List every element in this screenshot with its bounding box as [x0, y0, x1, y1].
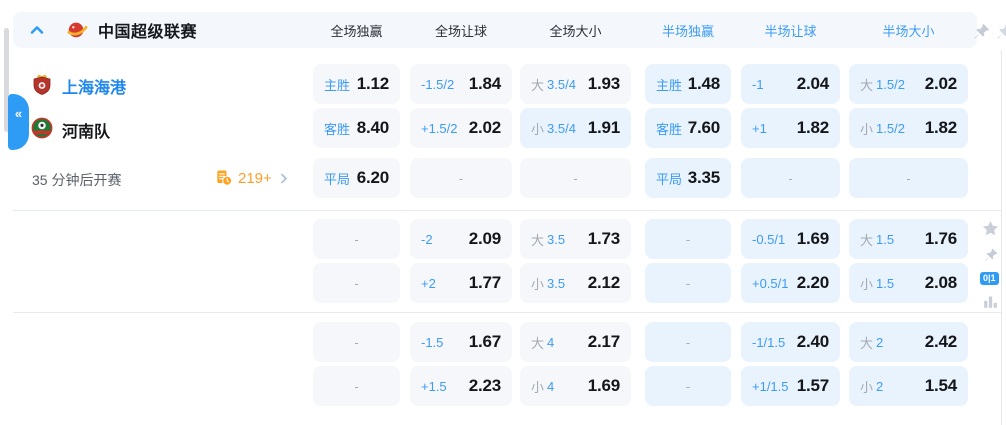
odds-cell-full-handicap-home[interactable]: -1.51.67 [410, 322, 512, 362]
markets-count: 219+ [238, 170, 272, 187]
odds-cell-half-handicap-home[interactable]: -12.04 [741, 64, 840, 104]
home-team-pane[interactable]: 上海海港 [13, 64, 313, 104]
odds-cell-empty: - [313, 322, 400, 362]
column-header-half-overunder[interactable]: 半场大小 [849, 12, 968, 48]
score-corner-badge[interactable]: 0|1 [980, 272, 999, 285]
odds-cell-half-under[interactable]: 小21.54 [849, 366, 968, 406]
kickoff-countdown: 35 分钟后开赛 [32, 170, 121, 190]
pin-icon[interactable] [972, 22, 991, 46]
away-team-logo-icon [30, 116, 54, 140]
odds-cell-full-handicap-away[interactable]: +1.5/22.02 [410, 108, 512, 148]
pin-icon[interactable] [983, 247, 999, 268]
odds-cell-empty: - [313, 219, 400, 259]
odds-cell-half-handicap-home[interactable]: -1/1.52.40 [741, 322, 840, 362]
home-team-logo-icon [30, 72, 54, 96]
odds-cell-full-handicap-home[interactable]: -1.5/21.84 [410, 64, 512, 104]
odds-cell-half-under[interactable]: 小1.5/21.82 [849, 108, 968, 148]
right-divider [1001, 50, 1002, 425]
odds-cell-half-away-win[interactable]: 客胜7.60 [645, 108, 731, 148]
column-header-full-handicap: 全场让球 [410, 12, 512, 48]
league-header-left: 中国超级联赛 [13, 12, 313, 48]
odds-cell-full-under[interactable]: 小41.69 [520, 366, 631, 406]
odds-cell-half-handicap-away[interactable]: +11.82 [741, 108, 840, 148]
chevron-up-icon [29, 22, 45, 38]
odds-cell-empty: - [410, 158, 512, 198]
odds-cell-empty: - [645, 263, 731, 303]
league-header: 中国超级联赛 全场独赢 全场让球 全场大小 半场独赢 半场让球 半场大小 [13, 12, 977, 48]
odds-cell-full-home-win[interactable]: 主胜1.12 [313, 64, 400, 104]
odds-cell-half-over[interactable]: 大22.42 [849, 322, 968, 362]
odds-cell-full-under-highlighted[interactable]: 小3.5/41.91 [520, 108, 631, 148]
column-header-full-overunder: 全场大小 [520, 12, 631, 48]
odds-cell-half-handicap-home[interactable]: -0.5/11.69 [741, 219, 840, 259]
odds-cell-full-handicap-away[interactable]: +1.52.23 [410, 366, 512, 406]
odds-cell-empty: - [849, 158, 968, 198]
odds-cell-empty: - [313, 263, 400, 303]
odds-row-away: 河南队 客胜8.40 +1.5/22.02 小3.5/41.91 客胜7.60 … [13, 108, 977, 148]
odds-cell-full-under[interactable]: 小3.52.12 [520, 263, 631, 303]
column-header-half-1x2[interactable]: 半场独赢 [645, 12, 731, 48]
odds-cell-full-handicap-away[interactable]: +21.77 [410, 263, 512, 303]
odds-row-draw: 35 分钟后开赛 219+ 平局6.20 - - 平局3.35 - - [13, 158, 977, 198]
more-markets-link[interactable]: 219+ [214, 168, 290, 188]
odds-cell-full-handicap-home[interactable]: -22.09 [410, 219, 512, 259]
odds-cell-full-away-win[interactable]: 客胜8.40 [313, 108, 400, 148]
odds-cell-empty: - [313, 366, 400, 406]
odds-cell-empty: - [645, 219, 731, 259]
league-title: 中国超级联赛 [98, 18, 197, 42]
match-info-pane: 35 分钟后开赛 219+ [13, 158, 313, 198]
odds-cell-half-under[interactable]: 小1.52.08 [849, 263, 968, 303]
odds-cell-full-over[interactable]: 大42.17 [520, 322, 631, 362]
odds-cell-empty: - [520, 158, 631, 198]
odds-row-alt-line: - -22.09 大3.51.73 - -0.5/11.69 大1.51.76 [13, 219, 977, 259]
odds-cell-half-draw[interactable]: 平局3.35 [645, 158, 731, 198]
home-team-name[interactable]: 上海海港 [62, 74, 126, 98]
markets-coin-icon [214, 168, 234, 188]
odds-cell-half-home-win[interactable]: 主胜1.48 [645, 64, 731, 104]
odds-cell-empty: - [645, 366, 731, 406]
odds-row-home: 上海海港 主胜1.12 -1.5/21.84 大3.5/41.93 主胜1.48… [13, 64, 977, 104]
odds-cell-full-over[interactable]: 大3.51.73 [520, 219, 631, 259]
odds-cell-half-over[interactable]: 大1.5/22.02 [849, 64, 968, 104]
chevron-right-icon [277, 172, 290, 185]
odds-row-alt-line: - -1.51.67 大42.17 - -1/1.52.40 大22.42 [13, 322, 977, 362]
favorite-star-icon[interactable] [981, 219, 1000, 243]
odds-row-alt-line: - +21.77 小3.52.12 - +0.5/12.20 小1.52.08 [13, 263, 977, 303]
stats-chart-icon[interactable] [982, 293, 999, 315]
odds-cell-half-handicap-away[interactable]: +1/1.51.57 [741, 366, 840, 406]
column-header-full-1x2: 全场独赢 [313, 12, 400, 48]
odds-cell-full-draw[interactable]: 平局6.20 [313, 158, 400, 198]
group-divider [13, 210, 1001, 211]
odds-cell-full-over[interactable]: 大3.5/41.93 [520, 64, 631, 104]
group-divider [13, 312, 1001, 313]
odds-cell-empty: - [645, 322, 731, 362]
collapse-league-button[interactable] [29, 22, 45, 38]
odds-row-alt-line: - +1.52.23 小41.69 - +1/1.51.57 小21.54 [13, 366, 977, 406]
column-header-half-handicap[interactable]: 半场让球 [741, 12, 840, 48]
pin-icon[interactable] [995, 22, 1006, 46]
league-logo-icon [66, 19, 88, 41]
away-team-pane[interactable]: 河南队 [13, 108, 313, 148]
away-team-name[interactable]: 河南队 [62, 118, 110, 142]
odds-cell-half-handicap-away[interactable]: +0.5/12.20 [741, 263, 840, 303]
odds-cell-half-over[interactable]: 大1.51.76 [849, 219, 968, 259]
odds-cell-empty: - [741, 158, 840, 198]
